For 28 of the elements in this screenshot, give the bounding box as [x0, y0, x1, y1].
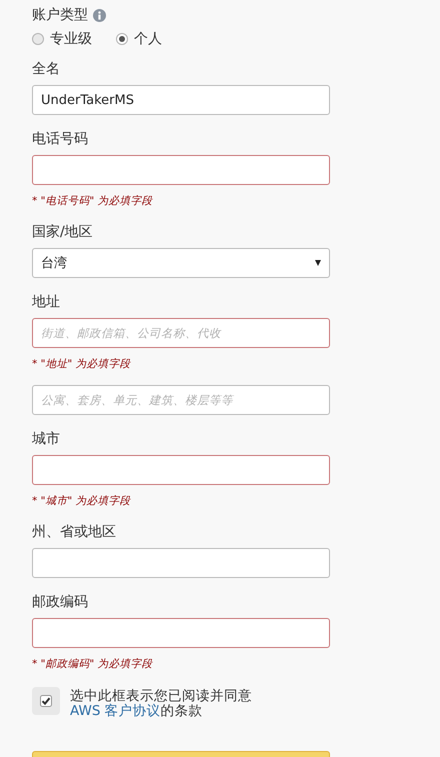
error-message: * "地址" 为必填字段 — [32, 357, 131, 371]
radio-option[interactable]: 个人 — [116, 29, 162, 49]
checkbox[interactable] — [32, 687, 60, 715]
field-label: 账户类型 — [32, 6, 88, 25]
radio-option[interactable]: 专业级 — [32, 29, 92, 49]
input-field[interactable]: UnderTakerMS — [32, 85, 330, 115]
input-field[interactable] — [32, 618, 330, 648]
error-message: * "邮政编码" 为必填字段 — [32, 657, 153, 671]
field-label: 城市 — [32, 430, 60, 449]
field-label: 邮政编码 — [32, 593, 88, 612]
input-field[interactable]: 公寓、套房、单元、建筑、楼层等等 — [32, 385, 330, 415]
input-field[interactable] — [32, 455, 330, 485]
input-field[interactable]: 街道、邮政信箱、公司名称、代收 — [32, 318, 330, 348]
agreement-text: 选中此框表示您已阅读并同意 AWS 客户协议的条款 — [70, 689, 253, 719]
field-label: 州、省或地区 — [32, 523, 116, 542]
field-label: 电话号码 — [32, 130, 88, 149]
check-icon — [40, 695, 52, 707]
error-message: * "电话号码" 为必填字段 — [32, 194, 153, 208]
field-label: 全名 — [32, 60, 60, 79]
field-label: 地址 — [32, 293, 60, 312]
input-field[interactable] — [32, 548, 330, 578]
error-message: * "城市" 为必填字段 — [32, 494, 131, 508]
field-label: 国家/地区 — [32, 223, 93, 242]
caret-icon — [315, 260, 321, 266]
input-field[interactable] — [32, 155, 330, 185]
agreement-link[interactable]: AWS 客户协议 — [70, 703, 161, 719]
info-icon[interactable] — [93, 8, 106, 22]
country-dropdown[interactable]: 台湾 — [32, 248, 330, 278]
